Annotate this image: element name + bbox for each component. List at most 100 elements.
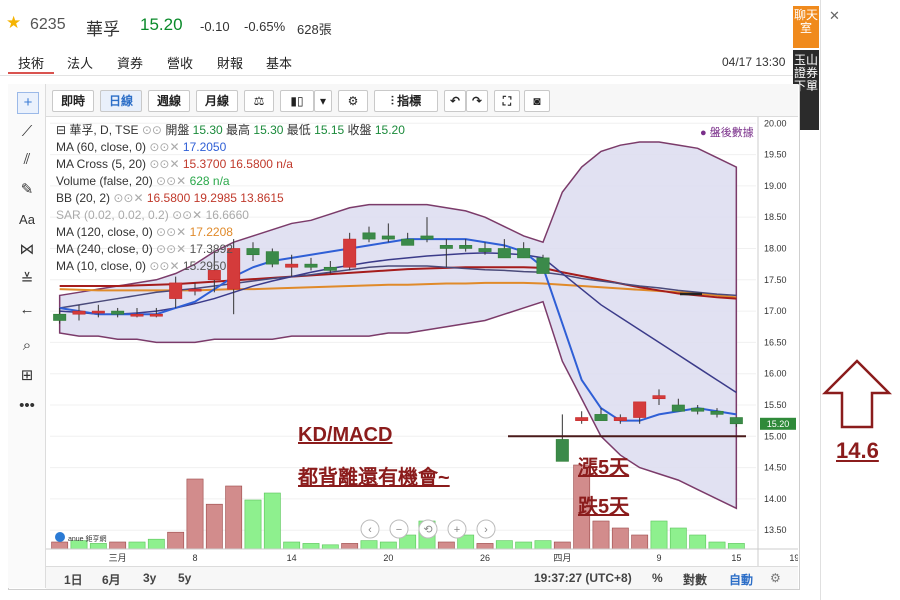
legend-row-macross: MA Cross (5, 20) ⊙⊙✕ 15.3700 16.5800 n/a xyxy=(56,157,293,171)
fibonacci-icon[interactable]: ⫽ xyxy=(17,150,37,170)
more-icon[interactable]: ••• xyxy=(17,396,37,416)
trendline-icon[interactable]: ⟋ xyxy=(17,122,37,142)
text-tool-icon[interactable]: Aa xyxy=(17,210,37,230)
tab-revenue[interactable]: 營收 xyxy=(167,53,193,72)
legend-close: 15.20 xyxy=(374,123,405,137)
price-change: -0.10 xyxy=(200,19,230,34)
pattern-icon[interactable]: ⋈ xyxy=(17,240,37,260)
monthly-button[interactable]: 月線 xyxy=(196,90,238,112)
nav-minus-glyph: − xyxy=(396,524,402,536)
tab-basic[interactable]: 基本 xyxy=(266,53,292,72)
x-tick-label: 20 xyxy=(383,553,393,563)
active-tab-indicator xyxy=(8,72,54,74)
auto-scale-toggle[interactable]: 自動 xyxy=(729,571,753,588)
volume-bar xyxy=(109,541,127,550)
y-tick-label: 15.00 xyxy=(764,431,787,441)
candle-body xyxy=(188,288,202,292)
chevron-down-icon[interactable]: ▾ xyxy=(314,90,332,112)
legend-row-ma120: MA (120, close, 0) ⊙⊙✕ 17.2208 xyxy=(56,225,233,239)
nav-left-glyph: ‹ xyxy=(368,524,372,536)
compare-scale-icon[interactable]: ⚖ xyxy=(244,90,274,112)
zoom-icon[interactable]: ⌕ xyxy=(17,336,37,356)
tab-technical[interactable]: 技術 xyxy=(18,53,44,72)
legend-row-ma60: MA (60, close, 0) ⊙⊙✕ 17.2050 xyxy=(56,140,227,154)
stock-code: 6235 xyxy=(30,16,66,33)
weekly-button[interactable]: 週線 xyxy=(148,90,190,112)
volume-bar xyxy=(147,538,165,550)
legend-row-sar: SAR (0.02, 0.02, 0.2) ⊙⊙✕ 16.6660 xyxy=(56,208,249,222)
favorite-star-icon[interactable]: ★ xyxy=(6,14,21,31)
volume-bar xyxy=(631,534,649,550)
down-5-days-annotation: 跌5天 xyxy=(578,496,630,518)
volume-bar xyxy=(515,541,533,550)
candle-style-icon[interactable]: ▮▯ xyxy=(280,90,314,112)
ma10-label: MA (10, close, 0) xyxy=(56,259,147,273)
candle-body xyxy=(420,235,434,240)
volume-bar xyxy=(51,541,69,550)
chart-toolbar: 即時 日線 週線 月線 ⚖ ▮▯ ▾ ⚙ ⫶ 指標 ↶ ↷ ⛶ ◙ xyxy=(46,84,798,117)
x-tick-label: 19 xyxy=(789,553,798,563)
chatroom-button[interactable]: 聊天室 xyxy=(793,6,819,48)
y-tick-label: 18.50 xyxy=(764,212,787,222)
tab-financials[interactable]: 財報 xyxy=(217,53,243,72)
candle-body xyxy=(652,395,666,400)
log-scale-toggle[interactable]: 對數 xyxy=(683,571,707,588)
y-tick-label: 17.50 xyxy=(764,275,787,285)
brush-icon[interactable]: ✎ xyxy=(17,180,37,200)
y-tick-label: 16.50 xyxy=(764,337,787,347)
indicators-button[interactable]: ⫶ 指標 xyxy=(374,90,438,112)
candle-body xyxy=(691,407,705,412)
candle-body xyxy=(671,404,685,412)
volume-bar xyxy=(225,485,243,550)
volume-bar xyxy=(650,520,668,550)
volume-bar xyxy=(708,541,726,550)
undo-icon[interactable]: ↶ xyxy=(444,90,466,112)
fullscreen-icon[interactable]: ⛶ xyxy=(494,90,520,112)
legend-row-bb: BB (20, 2) ⊙⊙✕ 16.5800 19.2985 13.8615 xyxy=(56,191,284,205)
redo-icon[interactable]: ↷ xyxy=(466,90,488,112)
x-tick-label: 四月 xyxy=(553,553,571,563)
legend-row-ma10: MA (10, close, 0) ⊙⊙✕ 15.2950 xyxy=(56,259,227,273)
close-icon[interactable]: ✕ xyxy=(829,8,840,24)
stock-price: 15.20 xyxy=(140,15,183,34)
back-arrow-icon[interactable]: ← xyxy=(17,300,37,320)
collapse-icon[interactable]: ⊟ xyxy=(56,123,69,137)
sar-label: SAR (0.02, 0.02, 0.2) xyxy=(56,208,169,222)
range-3y[interactable]: 3y xyxy=(143,571,156,585)
range-5y[interactable]: 5y xyxy=(178,571,191,585)
y-tick-label: 14.00 xyxy=(764,494,787,504)
bb-values: 16.5800 19.2985 13.8615 xyxy=(146,191,284,205)
intraday-button[interactable]: 即時 xyxy=(52,90,94,112)
tabs-divider xyxy=(0,75,795,76)
candle-body xyxy=(478,248,492,252)
settings-gear-icon[interactable]: ⚙ xyxy=(770,571,781,585)
range-6m[interactable]: 6月 xyxy=(102,571,121,588)
range-1d[interactable]: 1日 xyxy=(64,571,83,588)
ma240-label: MA (240, close, 0) xyxy=(56,242,153,256)
volume-bar xyxy=(205,503,223,550)
volume-bar xyxy=(495,540,513,550)
ma120-label: MA (120, close, 0) xyxy=(56,225,153,239)
ma60-label: MA (60, close, 0) xyxy=(56,140,147,154)
measure-icon[interactable]: ≚ xyxy=(17,270,37,290)
legend-title-row: ⊟ 華孚, D, TSE ⊙⊙ 開盤 15.30 最高 15.30 最低 15.… xyxy=(56,122,405,139)
volume-bar xyxy=(476,543,494,550)
tab-margin[interactable]: 資券 xyxy=(117,53,143,72)
legend-controls-icon[interactable]: ⊙⊙ xyxy=(142,123,165,137)
tab-institutional[interactable]: 法人 xyxy=(67,53,93,72)
settings-gear-icon[interactable]: ⚙ xyxy=(338,90,368,112)
legend-open-label: 開盤 xyxy=(165,123,190,137)
macross-label: MA Cross (5, 20) xyxy=(56,157,147,171)
x-tick-label: 26 xyxy=(480,553,490,563)
percent-scale-toggle[interactable]: % xyxy=(652,571,663,585)
volume-bar xyxy=(263,492,281,550)
camera-icon[interactable]: ◙ xyxy=(524,90,550,112)
target-price-label: 14.6 xyxy=(836,438,879,463)
daily-button[interactable]: 日線 xyxy=(100,90,142,112)
crosshair-icon[interactable]: + xyxy=(17,92,39,114)
ma10-values: 15.2950 xyxy=(182,259,227,273)
volume-bar xyxy=(534,540,552,550)
quote-datetime: 04/17 13:30 xyxy=(722,55,786,69)
ruler-icon[interactable]: ⊞ xyxy=(17,366,37,386)
candle-body xyxy=(111,310,125,315)
